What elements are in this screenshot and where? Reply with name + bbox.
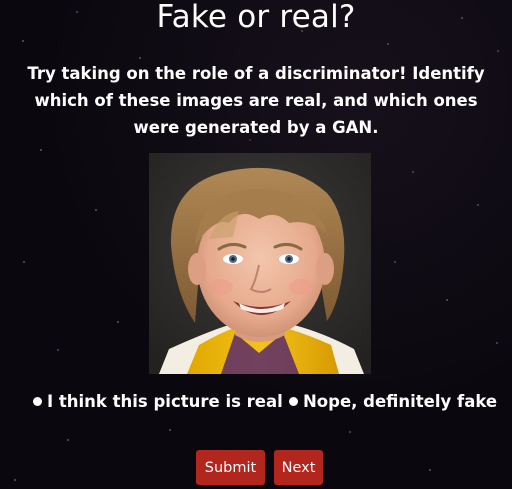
option-fake-label: Nope, definitely fake (303, 392, 498, 411)
option-fake[interactable]: Nope, definitely fake (289, 392, 497, 411)
instructions-text: Try taking on the role of a discriminato… (27, 64, 485, 137)
face-illustration (149, 153, 371, 374)
page-title: Fake or real? (156, 0, 356, 35)
next-button[interactable]: Next (274, 450, 323, 485)
option-real[interactable]: I think this picture is real (33, 392, 283, 411)
answer-options: I think this picture is real Nope, defin… (0, 392, 512, 416)
option-real-label: I think this picture is real (47, 392, 283, 411)
candidate-face-image (149, 153, 371, 374)
radio-fake-icon[interactable] (289, 397, 298, 406)
submit-button[interactable]: Submit (196, 450, 265, 485)
radio-real-icon[interactable] (33, 397, 42, 406)
